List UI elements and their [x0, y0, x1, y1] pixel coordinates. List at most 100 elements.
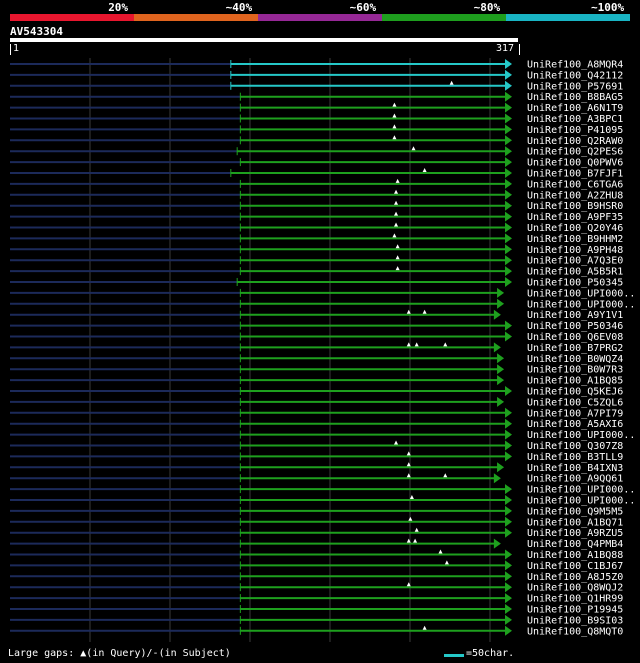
hit-label[interactable]: UniRef100_A9PH48 — [527, 245, 623, 256]
hit-label[interactable]: UniRef100_P50345 — [527, 278, 623, 289]
hit-row[interactable]: UniRef100_A5AXI6 — [10, 418, 623, 431]
hit-label[interactable]: UniRef100_B0WQZ4 — [527, 354, 623, 365]
hit-label[interactable]: UniRef100_A9RZU5 — [527, 528, 623, 539]
hit-row[interactable]: UniRef100_A9RZU5 — [10, 527, 623, 540]
hit-row[interactable]: UniRef100_B0WQZ4 — [10, 353, 623, 365]
hit-row[interactable]: UniRef100_Q8WQJ2 — [10, 582, 623, 594]
hit-row[interactable]: UniRef100_B3TLL9 — [10, 451, 623, 463]
hit-label[interactable]: UniRef100_A5AXI6 — [527, 419, 623, 430]
hit-label[interactable]: UniRef100_UPI000.. — [527, 288, 635, 299]
hit-label[interactable]: UniRef100_B0W7R3 — [527, 365, 623, 376]
hit-label[interactable]: UniRef100_UPI000.. — [527, 299, 635, 310]
hit-row[interactable]: UniRef100_B0W7R3 — [10, 364, 623, 376]
hit-label[interactable]: UniRef100_Q5KEJ6 — [527, 387, 623, 398]
hit-row[interactable]: UniRef100_Q2PES6 — [10, 146, 623, 158]
hit-row[interactable]: UniRef100_A8J5Z0 — [10, 571, 623, 583]
hit-row[interactable]: UniRef100_A3BPC1 — [10, 113, 623, 126]
hit-row[interactable]: UniRef100_Q1HR99 — [10, 593, 623, 605]
hit-row[interactable]: UniRef100_UPI000.. — [10, 484, 635, 496]
hit-label[interactable]: UniRef100_C5ZQL6 — [527, 397, 623, 408]
hit-row[interactable]: UniRef100_Q8MQT0 — [10, 625, 623, 638]
hit-label[interactable]: UniRef100_B9SI03 — [527, 615, 623, 626]
hit-label[interactable]: UniRef100_Q8WQJ2 — [527, 583, 623, 594]
hit-label[interactable]: UniRef100_B8BAG5 — [527, 92, 623, 103]
hit-row[interactable]: UniRef100_A9PH48 — [10, 244, 623, 256]
hit-label[interactable]: UniRef100_A3BPC1 — [527, 114, 623, 125]
hit-label[interactable]: UniRef100_P19945 — [527, 605, 623, 616]
hit-label[interactable]: UniRef100_UPI000.. — [527, 496, 635, 507]
hit-label[interactable]: UniRef100_A7PI79 — [527, 408, 623, 419]
hit-row[interactable]: UniRef100_C1BJ67 — [10, 560, 623, 572]
hit-row[interactable]: UniRef100_P50345 — [10, 277, 623, 289]
hit-label[interactable]: UniRef100_B9HHM2 — [527, 234, 623, 245]
hit-label[interactable]: UniRef100_Q9M5M5 — [527, 506, 623, 517]
hit-row[interactable]: UniRef100_Q0PWV6 — [10, 157, 623, 169]
hit-row[interactable]: UniRef100_A9QQ61 — [10, 473, 623, 485]
hit-row[interactable]: UniRef100_A5B5R1 — [10, 266, 623, 278]
hit-row[interactable]: UniRef100_A7PI79 — [10, 407, 623, 420]
hit-label[interactable]: UniRef100_A9Y1V1 — [527, 310, 623, 321]
hit-row[interactable]: UniRef100_A8MQR4 — [10, 59, 623, 71]
hit-row[interactable]: UniRef100_A7Q3E0 — [10, 255, 623, 267]
hit-row[interactable]: UniRef100_B9SI03 — [10, 614, 623, 627]
hit-label[interactable]: UniRef100_B4IXN3 — [527, 463, 623, 474]
hit-row[interactable]: UniRef100_Q6EV08 — [10, 331, 623, 344]
hit-row[interactable]: UniRef100_Q307Z8 — [10, 440, 623, 453]
hit-row[interactable]: UniRef100_C6TGA6 — [10, 178, 623, 191]
hit-row[interactable]: UniRef100_UPI000.. — [10, 429, 635, 442]
hit-label[interactable]: UniRef100_B7PRG2 — [527, 343, 623, 354]
hit-label[interactable]: UniRef100_A1BQ71 — [527, 517, 623, 528]
hit-label[interactable]: UniRef100_UPI000.. — [527, 485, 635, 496]
hit-row[interactable]: UniRef100_A2ZHU8 — [10, 189, 623, 202]
hit-label[interactable]: UniRef100_A9PF35 — [527, 212, 623, 223]
hit-label[interactable]: UniRef100_B9HSR0 — [527, 201, 623, 212]
hit-label[interactable]: UniRef100_A6N1T9 — [527, 103, 623, 114]
hit-row[interactable]: UniRef100_Q2RAW0 — [10, 135, 623, 147]
hit-label[interactable]: UniRef100_Q6EV08 — [527, 332, 623, 343]
hit-row[interactable]: UniRef100_A6N1T9 — [10, 102, 623, 115]
hit-label[interactable]: UniRef100_A1BQ85 — [527, 376, 623, 387]
hit-label[interactable]: UniRef100_A2ZHU8 — [527, 190, 623, 201]
hit-label[interactable]: UniRef100_Q8MQT0 — [527, 626, 623, 637]
hit-label[interactable]: UniRef100_P41095 — [527, 125, 623, 136]
hit-row[interactable]: UniRef100_B7PRG2 — [10, 342, 623, 354]
hit-row[interactable]: UniRef100_Q4PMB4 — [10, 538, 623, 551]
hit-row[interactable]: UniRef100_A1BQ88 — [10, 549, 623, 562]
hit-label[interactable]: UniRef100_UPI000.. — [527, 430, 635, 441]
hit-label[interactable]: UniRef100_Q2PES6 — [527, 147, 623, 158]
hit-label[interactable]: UniRef100_B7FJF1 — [527, 169, 623, 180]
hit-label[interactable]: UniRef100_Q2RAW0 — [527, 136, 623, 147]
hit-row[interactable]: UniRef100_Q20Y46 — [10, 222, 623, 235]
hit-row[interactable]: UniRef100_UPI000.. — [10, 495, 635, 507]
hit-label[interactable]: UniRef100_Q20Y46 — [527, 223, 623, 234]
hit-row[interactable]: UniRef100_C5ZQL6 — [10, 396, 623, 409]
hit-label[interactable]: UniRef100_A5B5R1 — [527, 267, 623, 278]
hit-row[interactable]: UniRef100_P19945 — [10, 604, 623, 616]
hit-label[interactable]: UniRef100_Q42112 — [527, 70, 623, 81]
hit-label[interactable]: UniRef100_P50346 — [527, 321, 623, 332]
hit-row[interactable]: UniRef100_B8BAG5 — [10, 91, 623, 104]
hit-row[interactable]: UniRef100_A9Y1V1 — [10, 309, 623, 322]
hit-row[interactable]: UniRef100_UPI000.. — [10, 287, 635, 300]
hit-label[interactable]: UniRef100_C6TGA6 — [527, 179, 623, 190]
hit-row[interactable]: UniRef100_B9HSR0 — [10, 200, 623, 213]
hit-label[interactable]: UniRef100_A8J5Z0 — [527, 572, 623, 583]
hit-label[interactable]: UniRef100_Q1HR99 — [527, 594, 623, 605]
hit-label[interactable]: UniRef100_A9QQ61 — [527, 474, 623, 485]
hit-row[interactable]: UniRef100_B4IXN3 — [10, 462, 623, 474]
hit-row[interactable]: UniRef100_A9PF35 — [10, 211, 623, 224]
hit-row[interactable]: UniRef100_P41095 — [10, 124, 623, 136]
hit-label[interactable]: UniRef100_P57691 — [527, 81, 623, 92]
hit-row[interactable]: UniRef100_B7FJF1 — [10, 168, 623, 180]
hit-label[interactable]: UniRef100_Q0PWV6 — [527, 158, 623, 169]
hit-row[interactable]: UniRef100_A1BQ71 — [10, 516, 623, 529]
hit-row[interactable]: UniRef100_Q5KEJ6 — [10, 386, 623, 398]
hit-row[interactable]: UniRef100_Q9M5M5 — [10, 505, 623, 518]
hit-label[interactable]: UniRef100_C1BJ67 — [527, 561, 623, 572]
hit-label[interactable]: UniRef100_A8MQR4 — [527, 60, 623, 71]
hit-label[interactable]: UniRef100_A1BQ88 — [527, 550, 623, 561]
hit-label[interactable]: UniRef100_Q307Z8 — [527, 441, 623, 452]
hit-row[interactable]: UniRef100_A1BQ85 — [10, 375, 623, 387]
hit-label[interactable]: UniRef100_A7Q3E0 — [527, 256, 623, 267]
hit-row[interactable]: UniRef100_B9HHM2 — [10, 233, 623, 245]
